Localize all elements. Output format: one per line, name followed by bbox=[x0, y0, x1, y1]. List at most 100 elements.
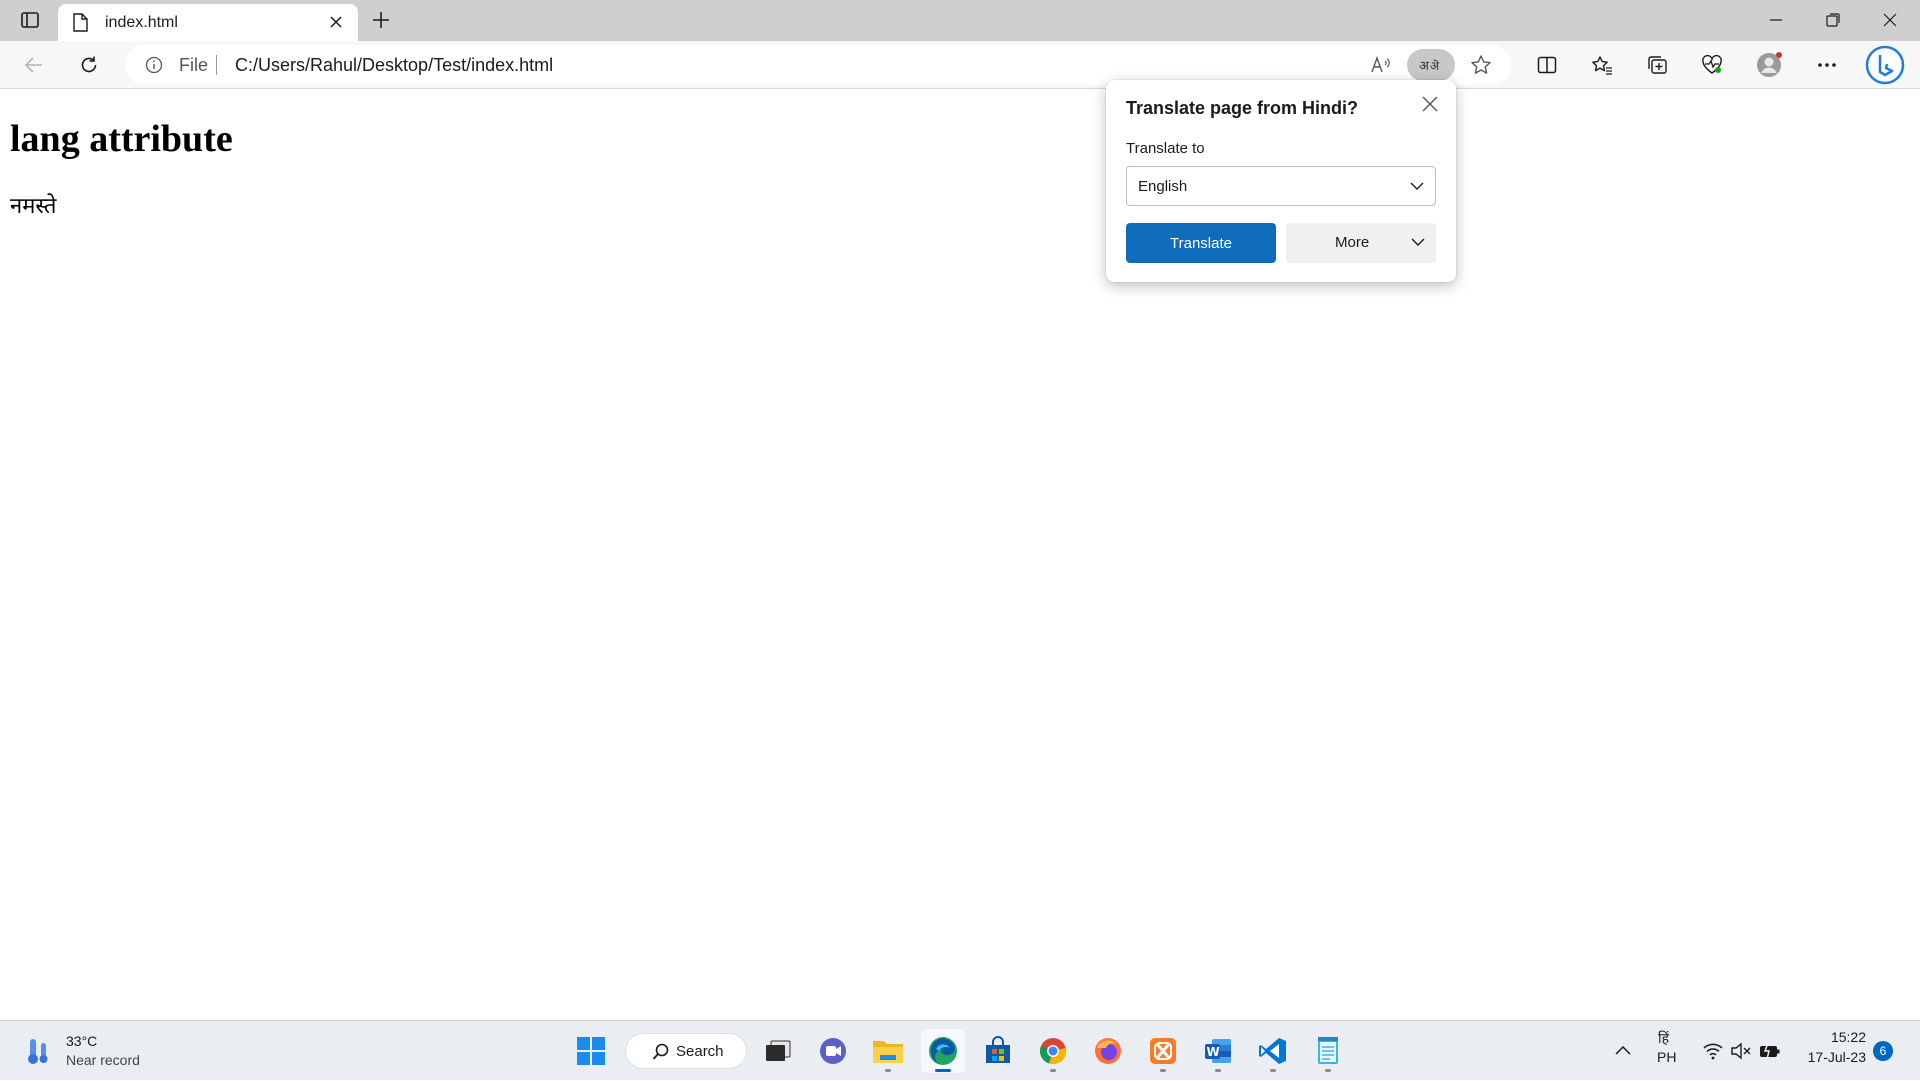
url-text[interactable]: C:/Users/Rahul/Desktop/Test/index.html bbox=[235, 55, 553, 76]
notepad-app[interactable] bbox=[1306, 1029, 1350, 1073]
collections-button[interactable] bbox=[1639, 48, 1675, 82]
tab-actions-button[interactable] bbox=[10, 5, 50, 35]
running-indicator bbox=[1215, 1069, 1221, 1072]
weather-temperature: 33°C bbox=[66, 1033, 98, 1049]
close-icon bbox=[1883, 13, 1897, 27]
edge-app[interactable] bbox=[921, 1029, 965, 1073]
info-icon[interactable] bbox=[145, 56, 163, 79]
heart-pulse-icon bbox=[1702, 55, 1722, 74]
chrome-app[interactable] bbox=[1031, 1029, 1075, 1073]
clock-date: 17-Jul-23 bbox=[1807, 1049, 1866, 1065]
firefox-app[interactable] bbox=[1086, 1029, 1130, 1073]
notification-badge[interactable]: 6 bbox=[1873, 1041, 1893, 1061]
page-paragraph: नमस्ते bbox=[10, 193, 57, 218]
browser-tab[interactable]: index.html bbox=[58, 4, 358, 41]
browser-toolbar: File C:/Users/Rahul/Desktop/Test/index.h… bbox=[0, 41, 1920, 89]
tab-actions-icon bbox=[21, 12, 39, 28]
start-icon bbox=[577, 1037, 605, 1065]
battery-charging-icon bbox=[1760, 1042, 1780, 1060]
task-view-button[interactable] bbox=[756, 1029, 800, 1073]
thermometer-icon bbox=[26, 1037, 52, 1070]
favorites-icon bbox=[1592, 56, 1612, 75]
minimize-button[interactable] bbox=[1748, 0, 1804, 40]
xampp-app[interactable] bbox=[1141, 1029, 1185, 1073]
running-indicator bbox=[935, 1069, 951, 1072]
refresh-button[interactable] bbox=[71, 48, 107, 82]
translate-submit-button[interactable]: Translate bbox=[1126, 223, 1276, 263]
weather-description: Near record bbox=[66, 1052, 140, 1068]
input-script: हिं bbox=[1658, 1030, 1670, 1046]
taskbar-search[interactable]: Search bbox=[625, 1033, 747, 1069]
volume-muted-icon bbox=[1731, 1042, 1751, 1060]
split-screen-icon bbox=[1537, 56, 1557, 74]
start-button[interactable] bbox=[569, 1029, 613, 1073]
running-indicator bbox=[1270, 1069, 1276, 1072]
notepad-icon bbox=[1318, 1037, 1338, 1064]
clock[interactable]: 15:22 17-Jul-23 bbox=[1794, 1021, 1866, 1081]
vscode-app[interactable] bbox=[1251, 1029, 1295, 1073]
file-explorer-app[interactable] bbox=[866, 1029, 910, 1073]
store-app[interactable] bbox=[976, 1029, 1020, 1073]
search-label: Search bbox=[676, 1043, 724, 1060]
close-tab-button[interactable] bbox=[324, 10, 348, 34]
running-indicator bbox=[1325, 1069, 1331, 1072]
svg-text:ऄ: ऄ bbox=[1430, 59, 1440, 73]
taskbar: 33°C Near record Search W हिं PH 15:22 1… bbox=[0, 1020, 1920, 1080]
store-icon bbox=[986, 1036, 1010, 1063]
star-icon bbox=[1471, 55, 1491, 74]
task-view-icon bbox=[766, 1040, 791, 1061]
running-indicator bbox=[885, 1069, 891, 1072]
vscode-icon bbox=[1259, 1038, 1286, 1064]
split-screen-button[interactable] bbox=[1529, 48, 1565, 82]
chrome-icon bbox=[1039, 1038, 1067, 1065]
translate-to-label: Translate to bbox=[1126, 140, 1205, 157]
chat-app[interactable] bbox=[811, 1029, 855, 1073]
popup-title: Translate page from Hindi? bbox=[1126, 98, 1359, 118]
close-icon bbox=[330, 16, 342, 28]
bing-chat-button[interactable] bbox=[1864, 44, 1906, 86]
word-app[interactable]: W bbox=[1196, 1029, 1240, 1073]
chevron-up-icon bbox=[1615, 1045, 1631, 1055]
ellipsis-icon bbox=[1818, 63, 1836, 67]
minimize-icon bbox=[1770, 19, 1782, 21]
address-bar[interactable]: File C:/Users/Rahul/Desktop/Test/index.h… bbox=[125, 45, 1511, 85]
refresh-icon bbox=[81, 56, 97, 73]
bing-icon bbox=[1865, 45, 1905, 85]
quick-settings-button[interactable] bbox=[1698, 1021, 1782, 1081]
favorite-button[interactable] bbox=[1463, 49, 1499, 81]
restore-button[interactable] bbox=[1805, 0, 1861, 40]
file-explorer-icon bbox=[873, 1041, 903, 1063]
avatar-icon bbox=[1757, 52, 1782, 77]
translate-button[interactable]: अऄ bbox=[1407, 49, 1455, 81]
popup-close-button[interactable] bbox=[1416, 90, 1444, 118]
favorites-button[interactable] bbox=[1584, 48, 1620, 82]
browser-essentials-button[interactable] bbox=[1694, 48, 1730, 82]
firefox-icon bbox=[1095, 1038, 1121, 1064]
read-aloud-icon bbox=[1371, 56, 1390, 73]
selected-language: English bbox=[1138, 178, 1188, 195]
settings-more-button[interactable] bbox=[1809, 48, 1845, 82]
show-hidden-icons-button[interactable] bbox=[1610, 1021, 1638, 1081]
page-heading: lang attribute bbox=[10, 118, 233, 160]
new-tab-button[interactable] bbox=[366, 5, 396, 35]
profile-button[interactable] bbox=[1751, 48, 1787, 82]
clock-time: 15:22 bbox=[1830, 1029, 1866, 1045]
xampp-icon bbox=[1150, 1038, 1176, 1064]
close-window-button[interactable] bbox=[1862, 0, 1918, 40]
input-language-indicator[interactable]: हिं PH bbox=[1652, 1021, 1682, 1081]
divider bbox=[216, 55, 217, 75]
word-icon: W bbox=[1205, 1039, 1231, 1063]
target-language-select[interactable]: English bbox=[1126, 166, 1436, 206]
translate-icon: अऄ bbox=[1419, 59, 1440, 73]
running-indicator bbox=[1160, 1069, 1166, 1072]
restore-icon bbox=[1826, 13, 1840, 27]
tab-title: index.html bbox=[105, 14, 178, 31]
back-button[interactable] bbox=[16, 48, 52, 82]
back-arrow-icon bbox=[24, 57, 42, 73]
tab-strip: index.html bbox=[0, 0, 1920, 41]
read-aloud-button[interactable] bbox=[1363, 49, 1399, 81]
input-locale: PH bbox=[1657, 1049, 1677, 1065]
more-options-button[interactable]: More bbox=[1286, 223, 1436, 263]
weather-widget[interactable]: 33°C Near record bbox=[26, 1033, 186, 1073]
more-label: More bbox=[1335, 234, 1370, 251]
